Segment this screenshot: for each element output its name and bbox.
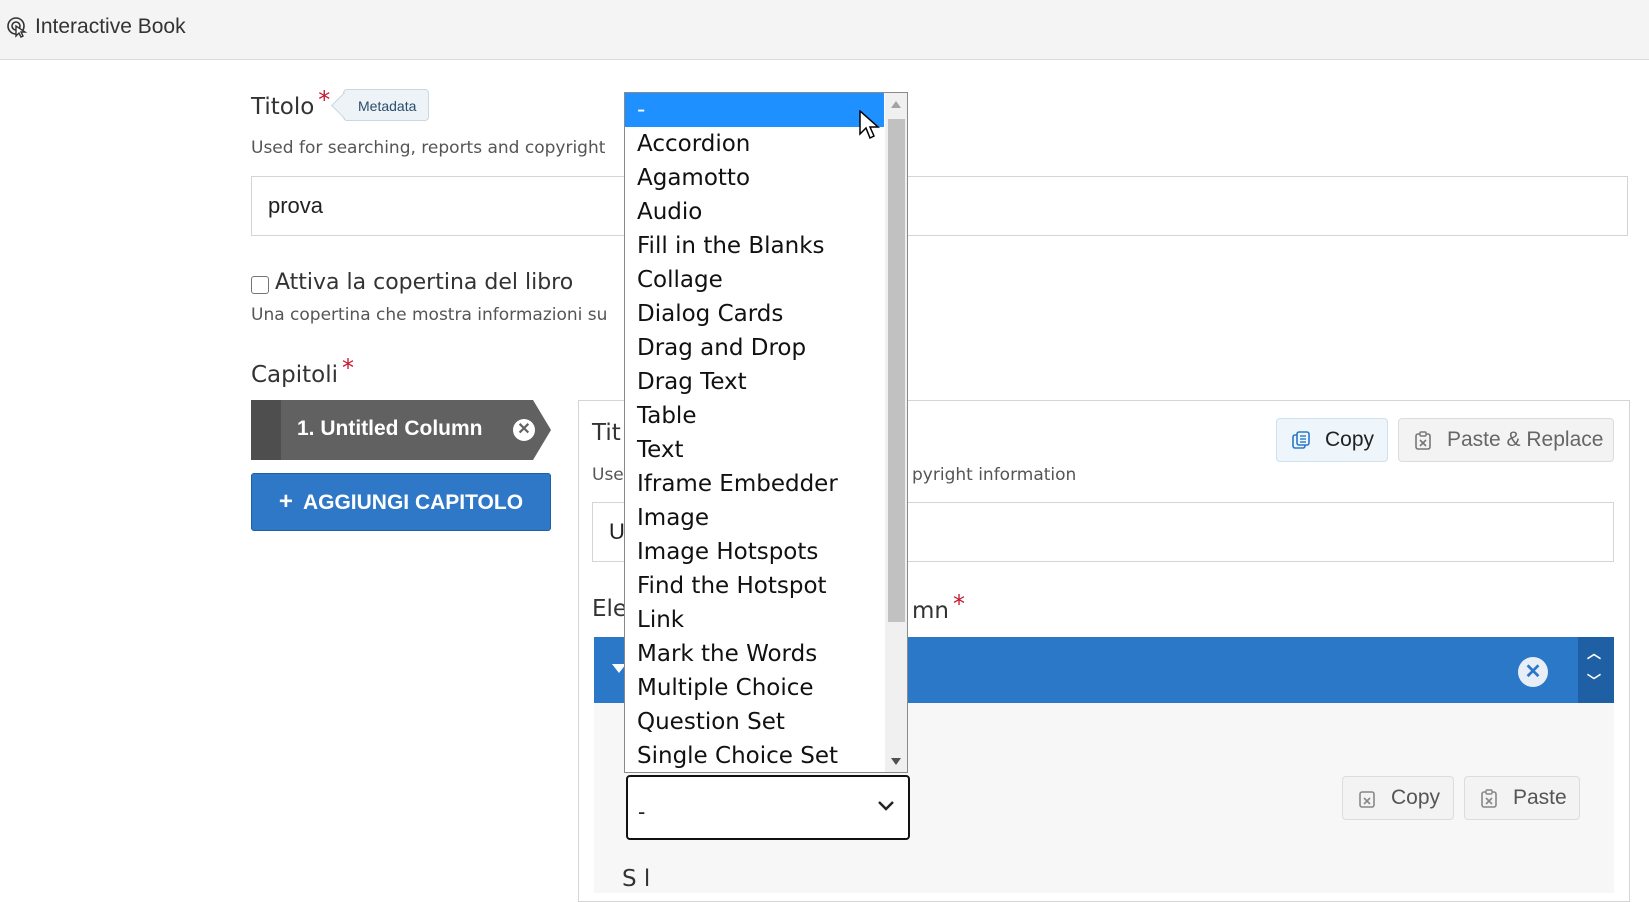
dropdown-option[interactable]: Text [625,433,884,467]
required-mark: * [952,590,965,618]
dropdown-option[interactable]: - [625,93,884,127]
library-select-value: - [638,799,646,824]
dropdown-option[interactable]: Drag and Drop [625,331,884,365]
chevron-down-icon [878,801,894,811]
move-up-icon[interactable]: ︿ [1587,643,1601,663]
chapter-tab-label: 1. Untitled Column [297,417,483,440]
paste-replace-button[interactable]: Paste & Replace [1398,418,1614,462]
plus-icon: + [278,488,293,515]
dropdown-option[interactable]: Image [625,501,884,535]
scroll-down-icon[interactable] [891,758,901,765]
library-select[interactable]: - [626,775,910,840]
copy-icon [1292,431,1310,449]
dropdown-option[interactable]: Mark the Words [625,637,884,671]
copy-button[interactable]: Copy [1276,418,1388,462]
dropdown-option[interactable]: Find the Hotspot [625,569,884,603]
dropdown-option[interactable]: Iframe Embedder [625,467,884,501]
elements-label-right: mn * [912,590,965,624]
dropdown-option[interactable]: Accordion [625,127,884,161]
panel-title-desc-right: pyright information [912,465,1077,485]
dropdown-option[interactable]: Audio [625,195,884,229]
element-copy-button[interactable]: Copy [1342,776,1454,820]
clipboard-x-icon [1481,789,1497,808]
title-field-description: Used for searching, reports and copyrigh… [251,138,606,158]
move-down-icon[interactable]: ﹀ [1587,671,1601,691]
up-down-arrows-icon[interactable]: ︿ ﹀ [1578,637,1614,703]
title-field-label: Titolo * [251,86,331,120]
add-chapter-button[interactable]: + AGGIUNGI CAPITOLO [251,473,551,531]
chapter-tab-1[interactable]: 1. Untitled Column ✕ [251,400,551,460]
app-title: Interactive Book [35,15,186,38]
dropdown-option[interactable]: Link [625,603,884,637]
dropdown-option[interactable]: Collage [625,263,884,297]
cover-checkbox-label: Attiva la copertina del libro [275,270,574,295]
dropdown-option[interactable]: Dialog Cards [625,297,884,331]
dropdown-option[interactable]: Multiple Choice [625,671,884,705]
dropdown-option[interactable]: Question Set [625,705,884,739]
dropdown-option[interactable]: Table [625,399,884,433]
drag-handle[interactable] [251,400,281,460]
scroll-up-icon[interactable] [891,101,901,108]
scrollbar-thumb[interactable] [888,119,905,622]
clipboard-x-icon [1415,431,1431,450]
panel-title-label: Tit [592,420,621,446]
dropdown-option[interactable]: Single Choice Set [625,739,884,772]
elements-label-left: Ele [592,596,628,622]
dropdown-option[interactable]: Agamotto [625,161,884,195]
metadata-button[interactable]: Metadata [343,89,430,121]
clipboard-x-icon [1359,791,1375,808]
dropdown-option[interactable]: Fill in the Blanks [625,229,884,263]
dropdown-scrollbar[interactable] [885,93,907,772]
element-paste-button[interactable]: Paste [1464,776,1580,820]
library-options-dropdown[interactable]: - Accordion Agamotto Audio Fill in the Blank… [624,92,908,773]
options-list: - Accordion Agamotto Audio Fill in the Blank… [625,93,884,772]
panel-title-desc-left: Use [592,465,624,485]
bottom-field-label: S l [622,866,651,892]
dropdown-option[interactable]: Image Hotspots [625,535,884,569]
required-mark: * [318,86,331,114]
cover-description: Una copertina che mostra informazioni su [251,305,608,325]
app-header: Interactive Book [0,0,1649,60]
close-circle-icon[interactable]: ✕ [513,419,535,441]
close-circle-icon[interactable]: ✕ [1518,657,1548,687]
cover-checkbox[interactable] [251,276,269,294]
mouse-cursor-icon [859,110,880,140]
pointer-hand-icon [7,17,28,38]
title-input[interactable]: prova [251,176,1628,236]
chapters-label: Capitoli * [251,354,355,388]
dropdown-option[interactable]: Drag Text [625,365,884,399]
required-mark: * [342,354,355,382]
